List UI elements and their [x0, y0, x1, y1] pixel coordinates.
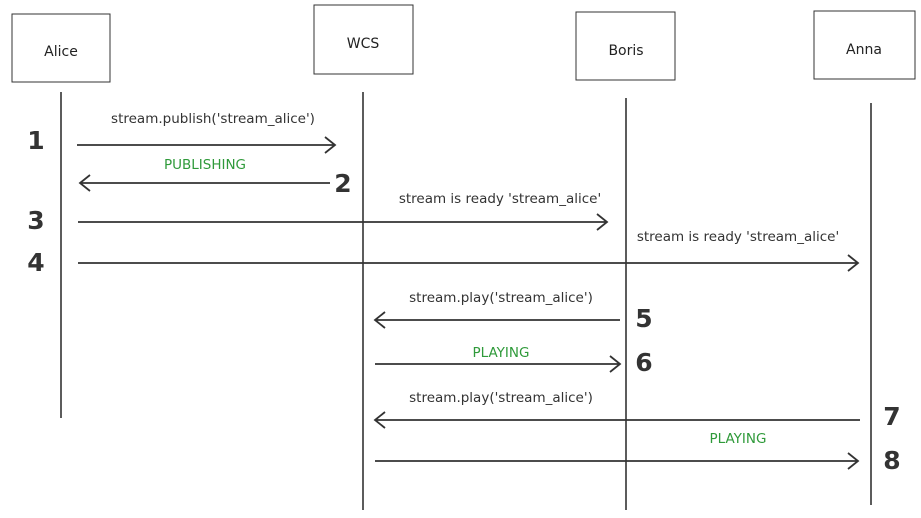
message-4: stream is ready 'stream_alice' 4: [27, 229, 860, 277]
message-label: stream.publish('stream_alice'): [111, 111, 315, 127]
step-number: 7: [883, 402, 900, 431]
message-6: PLAYING 6: [375, 345, 653, 377]
status-label: PLAYING: [473, 345, 530, 361]
step-number: 5: [635, 304, 652, 333]
message-label: stream is ready 'stream_alice': [399, 191, 601, 207]
participant-name: WCS: [347, 36, 380, 52]
participant-boris: Boris: [575, 11, 676, 81]
step-number: 4: [27, 248, 44, 277]
message-8: PLAYING 8: [375, 431, 901, 475]
participant-alice: Alice: [11, 13, 111, 83]
participant-name: Alice: [44, 44, 78, 60]
step-number: 2: [334, 169, 351, 198]
step-number: 1: [27, 126, 44, 155]
participant-anna: Anna: [813, 10, 916, 80]
participant-wcs: WCS: [313, 4, 414, 75]
message-label: stream.play('stream_alice'): [409, 290, 593, 306]
message-label: stream is ready 'stream_alice': [637, 229, 839, 245]
sequence-diagram: Alice WCS Boris Anna stream.publish('str…: [11, 4, 916, 510]
message-5: stream.play('stream_alice') 5: [373, 290, 653, 333]
step-number: 3: [27, 206, 44, 235]
message-2: PUBLISHING 2: [78, 157, 352, 198]
status-label: PLAYING: [710, 431, 767, 447]
participant-name: Boris: [608, 43, 643, 59]
message-7: stream.play('stream_alice') 7: [373, 390, 901, 431]
step-number: 8: [883, 446, 900, 475]
status-label: PUBLISHING: [164, 157, 246, 173]
message-1: stream.publish('stream_alice') 1: [27, 111, 337, 155]
participant-name: Anna: [846, 42, 882, 58]
step-number: 6: [635, 348, 652, 377]
message-3: stream is ready 'stream_alice' 3: [27, 191, 609, 235]
message-label: stream.play('stream_alice'): [409, 390, 593, 406]
